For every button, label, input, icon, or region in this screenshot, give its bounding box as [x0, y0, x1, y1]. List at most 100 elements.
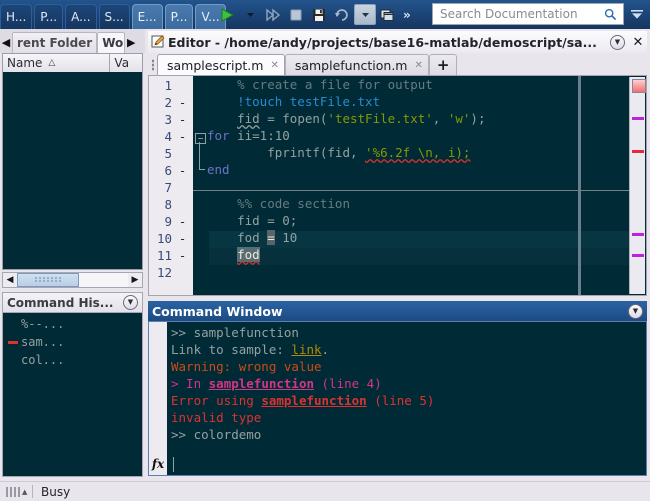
ribbon-tab-plots[interactable]: P... [34, 4, 64, 29]
list-item[interactable]: col... [3, 351, 142, 369]
panel-tab-prev-arrow-icon[interactable]: ◀ [0, 31, 12, 53]
marker-tick-warning[interactable] [632, 117, 644, 120]
tab-close-icon[interactable]: ✕ [415, 60, 423, 71]
fx-function-browser-icon[interactable]: fx [149, 453, 167, 475]
command-window-output[interactable]: >> samplefunction Link to sample: link. … [148, 321, 647, 476]
command-window-title: Command Window [152, 303, 283, 319]
command-window: Command Window ▼ >> samplefunction Link … [145, 299, 650, 481]
marker-tick-error[interactable] [632, 150, 644, 153]
editor-title-text: Editor - /home/andy/projects/base16-matl… [168, 34, 597, 50]
editor-tabstrip-grip-icon[interactable] [148, 55, 157, 75]
panel-tab-workspace[interactable]: Wo [97, 32, 126, 53]
toolbar-overflow-icon[interactable]: » [400, 8, 414, 22]
command-history-header: Command His... ▼ [2, 292, 143, 312]
output-line: >> colordemo [171, 427, 262, 442]
editor-tab-strip: samplescript.m ✕ samplefunction.m ✕ + [148, 53, 647, 75]
output-line-warning: Warning: wrong value [171, 359, 322, 374]
column-header-name-label: Name [7, 56, 43, 70]
line-number: 12 [156, 265, 172, 280]
tab-label: samplescript.m [167, 57, 264, 73]
ribbon-bar: H... P... A... S... E... P... V... » Sea… [0, 0, 650, 29]
run-icon[interactable] [216, 3, 238, 27]
editor-close-icon[interactable]: ✕ [629, 35, 647, 50]
command-window-text: >> samplefunction Link to sample: link. … [171, 324, 642, 443]
new-tab-button[interactable]: + [428, 54, 458, 75]
command-window-dock-chevron-down-circle-icon[interactable]: ▼ [628, 303, 643, 319]
error-function-link[interactable]: samplefunction [261, 393, 366, 408]
code-line: %% code section [207, 196, 350, 211]
code-line: for ii=1:10 [207, 128, 290, 143]
ribbon-tab-apps[interactable]: A... [65, 4, 97, 29]
workspace-table-body[interactable] [3, 72, 142, 269]
stop-icon [285, 3, 307, 27]
search-icon[interactable] [604, 8, 623, 21]
marker-tick-warning[interactable] [632, 254, 644, 257]
output-line-stack: > In samplefunction (line 4) [171, 376, 382, 391]
code-line: fprintf(fid, '%6.2f \n, i); [207, 145, 471, 160]
tab-label: samplefunction.m [294, 57, 408, 73]
output-hyperlink[interactable]: link [291, 342, 321, 357]
breakpoint-slot[interactable]: - [178, 248, 187, 263]
list-item[interactable]: %--... [3, 315, 142, 333]
left-panel-column: ◀ rent Folder Wo ▶ Name △ Va ◀ ▶ Command… [0, 29, 145, 481]
tab-samplescript-m[interactable]: samplescript.m ✕ [157, 54, 285, 75]
run-and-advance-icon [262, 3, 284, 27]
ribbon-toolbar: » [216, 0, 414, 29]
editor-code-text[interactable]: % create a file for output !touch testFi… [193, 76, 646, 295]
matlab-window: H... P... A... S... E... P... V... » Sea… [0, 0, 650, 501]
editor-titlebar: Editor - /home/andy/projects/base16-matl… [148, 31, 647, 53]
column-header-value[interactable]: Va [110, 54, 142, 72]
tab-samplefunction-m[interactable]: samplefunction.m ✕ [284, 54, 429, 75]
save-icon[interactable] [308, 3, 330, 27]
breakpoint-slot[interactable]: - [178, 129, 187, 144]
stack-function-link[interactable]: samplefunction [209, 376, 314, 391]
editor-marker-bar[interactable] [629, 77, 646, 294]
sort-ascending-icon[interactable]: △ [48, 58, 55, 68]
line-number: 4 [164, 129, 172, 144]
breakpoint-slot[interactable]: - [178, 95, 187, 110]
command-history-list[interactable]: %--... sam... col... [2, 312, 143, 477]
line-number: 10 [156, 231, 172, 246]
breakpoint-slot[interactable]: - [178, 214, 187, 229]
scrollbar-thumb[interactable] [17, 273, 79, 287]
ribbon-tab-editor[interactable]: E... [131, 4, 163, 29]
workspace-horizontal-scrollbar[interactable]: ◀ ▶ [2, 272, 143, 288]
editor-line-number-gutter[interactable]: 1 2 3 4 5 6 7 8 9 10 11 12 - - - - - - - [149, 76, 193, 295]
search-input[interactable] [438, 4, 604, 24]
scroll-right-arrow-icon[interactable]: ▶ [128, 273, 142, 287]
ribbon-tab-publish[interactable]: P... [164, 4, 194, 29]
window-layout-icon[interactable] [377, 3, 399, 27]
code-analyzer-status-indicator[interactable] [632, 79, 646, 93]
breakpoint-slot[interactable]: - [178, 231, 187, 246]
editor-dock-chevron-down-circle-icon[interactable]: ▼ [610, 34, 625, 50]
breakpoint-slot[interactable]: - [178, 163, 187, 178]
breakpoint-slot[interactable]: - [178, 112, 187, 127]
scrollbar-track[interactable] [17, 273, 128, 287]
marker-tick-warning[interactable] [632, 233, 644, 236]
panel-tab-next-arrow-icon[interactable]: ▶ [125, 31, 138, 53]
list-item[interactable]: sam... [3, 333, 142, 351]
code-line: fod [237, 247, 260, 262]
status-bar: ▲ Busy [0, 481, 650, 501]
tab-close-icon[interactable]: ✕ [270, 60, 278, 71]
ribbon-tab-shortcuts[interactable]: S... [98, 4, 130, 29]
ribbon-tab-home[interactable]: H... [0, 4, 33, 29]
resize-grip-icon[interactable]: ▲ [0, 486, 32, 497]
code-section-divider [193, 190, 634, 191]
scroll-left-arrow-icon[interactable]: ◀ [3, 273, 17, 287]
fold-range-end [199, 169, 205, 170]
search-documentation-box[interactable] [432, 3, 624, 25]
command-history-dock-chevron-down-circle-icon[interactable]: ▼ [123, 295, 138, 310]
panel-tab-current-folder[interactable]: rent Folder [12, 32, 98, 53]
editor-code-area[interactable]: 1 2 3 4 5 6 7 8 9 10 11 12 - - - - - - - [148, 75, 647, 296]
fold-collapse-icon[interactable]: − [195, 133, 206, 144]
undo-dropdown-caret-down-icon[interactable] [354, 4, 376, 25]
history-entry-text: col... [21, 353, 65, 367]
history-entry-text: sam... [21, 335, 65, 349]
ribbon-expand-chevron-down-icon[interactable] [628, 5, 646, 23]
run-dropdown-caret-down-icon[interactable] [239, 3, 261, 27]
workspace-table-header: Name △ Va [3, 54, 142, 73]
history-entry-text: %--... [21, 317, 65, 331]
column-header-name[interactable]: Name △ [3, 54, 111, 72]
code-line: !touch testFile.txt [207, 94, 381, 109]
